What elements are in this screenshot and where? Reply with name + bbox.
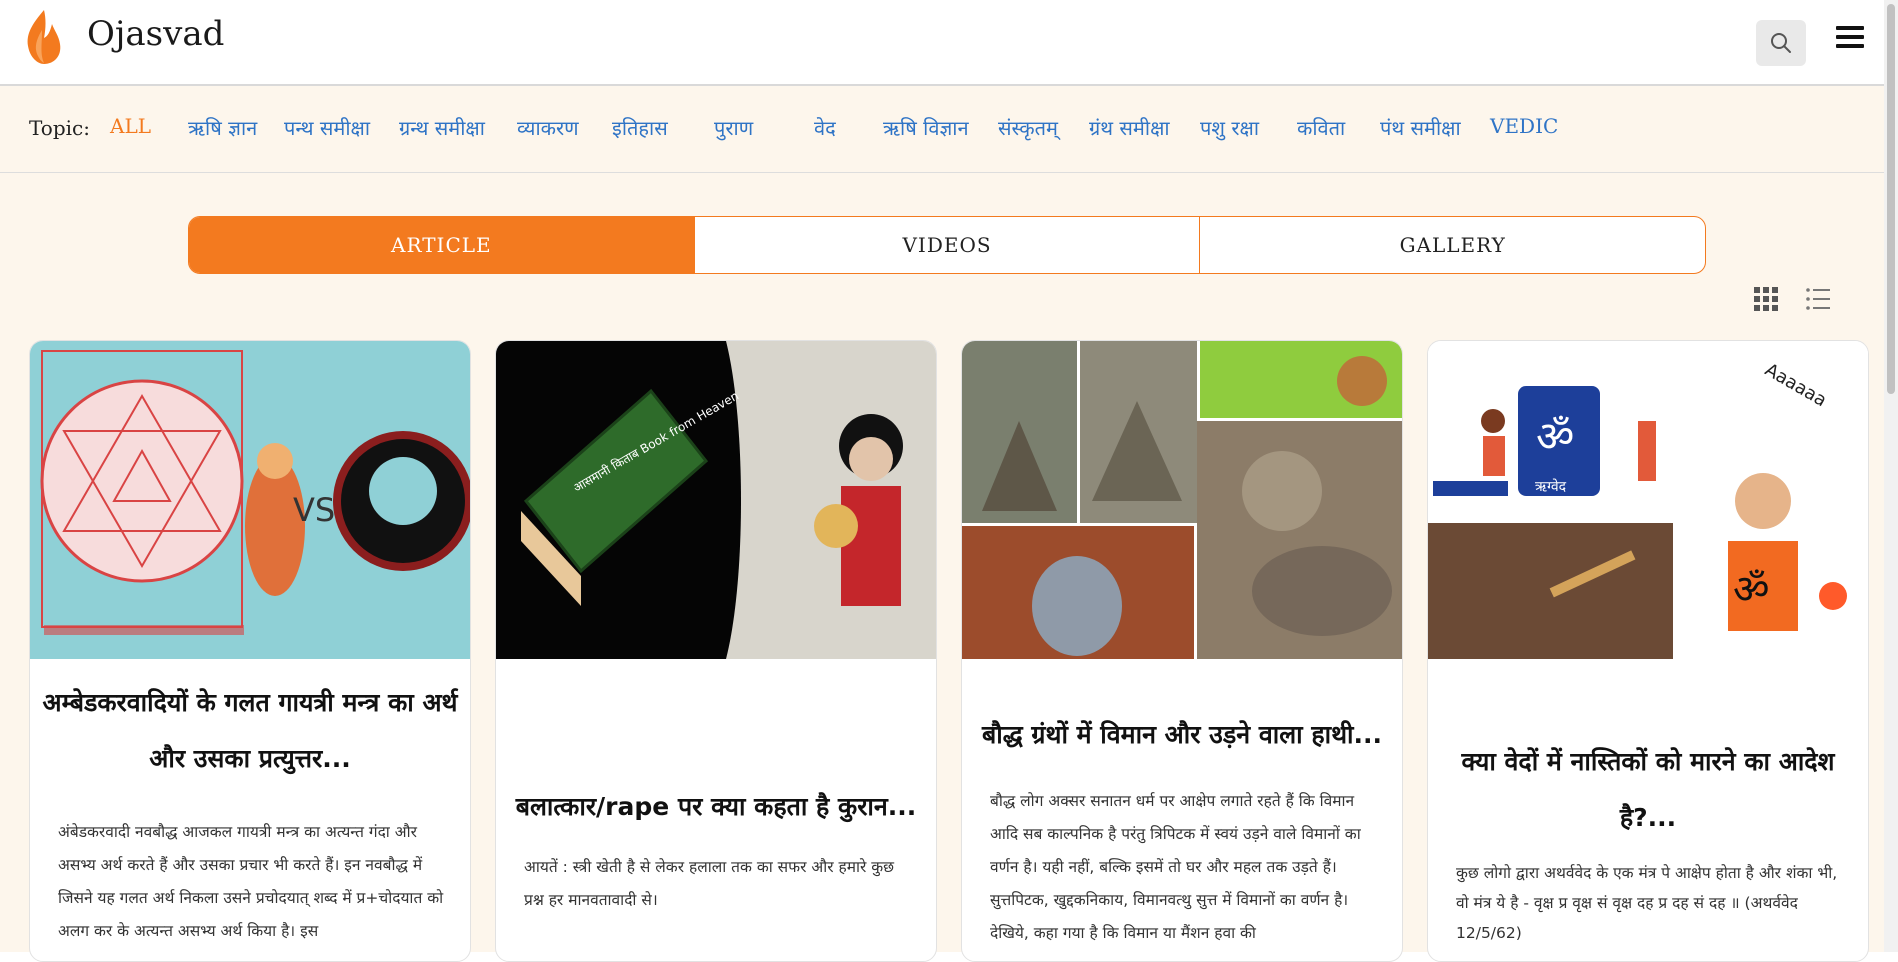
tab-gallery[interactable]: GALLERY [1200, 217, 1705, 273]
topic-puran[interactable]: पुराण [714, 114, 753, 141]
rigved-label: ऋग्वेद [1535, 478, 1567, 495]
scrollbar-thumb[interactable] [1887, 4, 1895, 394]
topic-panth-samiksha-2[interactable]: पंथ समीक्षा [1380, 114, 1461, 141]
article-thumbnail[interactable]: आसमानी किताब Book from Heaven [496, 341, 936, 659]
article-card[interactable]: बौद्ध ग्रंथों में विमान और उड़ने वाला हा… [961, 340, 1403, 962]
article-excerpt: बौद्ध लोग अक्सर सनातन धर्म पर आक्षेप लगा… [990, 792, 1361, 942]
article-title[interactable]: अम्बेडकरवादियों के गलत गायत्री मन्त्र का… [42, 675, 458, 787]
article-thumbnail[interactable] [962, 341, 1402, 659]
article-excerpt: अंबेडकरवादी नवबौद्ध आजकल गायत्री मन्त्र … [58, 823, 444, 940]
article-excerpt: कुछ लोगो द्वारा अथर्ववेद के एक मंत्र पे … [1456, 864, 1838, 942]
article-title[interactable]: क्या वेदों में नास्तिकों को मारने का आदे… [1440, 734, 1856, 846]
article-card[interactable]: ॐ ऋग्वेद ॐ Aaaaaa क्या वेदों में नास्तिक… [1427, 340, 1869, 962]
article-title[interactable]: बलात्कार/rape पर क्या कहता है कुरान... [508, 779, 924, 835]
topic-bar: Topic: ALL ऋषि ज्ञान पन्थ समीक्षा ग्रन्थ… [0, 86, 1898, 173]
topic-ved[interactable]: वेद [814, 114, 836, 141]
tab-videos[interactable]: VIDEOS [695, 217, 1201, 273]
topic-granth-samiksha-2[interactable]: ग्रंथ समीक्षा [1089, 114, 1170, 141]
article-thumbnail[interactable]: VS [30, 341, 470, 659]
topic-all[interactable]: ALL [110, 114, 151, 138]
topic-panth-samiksha[interactable]: पन्थ समीक्षा [284, 114, 370, 141]
topic-vyakaran[interactable]: व्याकरण [517, 114, 579, 141]
article-card[interactable]: VS अम्बेडकरवादियों के गलत गायत्री मन्त्र… [29, 340, 471, 962]
site-header: Ojasvad [0, 0, 1898, 86]
topic-rishi-vigyan[interactable]: ऋषि विज्ञान [883, 114, 969, 141]
site-brand[interactable]: Ojasvad [87, 14, 224, 54]
article-title[interactable]: बौद्ध ग्रंथों में विमान और उड़ने वाला हा… [974, 707, 1390, 763]
topic-itihas[interactable]: इतिहास [612, 114, 668, 141]
article-card[interactable]: आसमानी किताब Book from Heaven बलात्कार/r… [495, 340, 937, 962]
om-shirt: ॐ [1733, 567, 1769, 613]
topic-label: Topic: [29, 116, 90, 140]
vs-text: VS [293, 491, 335, 529]
grid-view-icon[interactable] [1753, 286, 1779, 312]
tab-article[interactable]: ARTICLE [189, 217, 695, 273]
topic-granth-samiksha[interactable]: ग्रन्थ समीक्षा [399, 114, 485, 141]
flame-icon[interactable] [22, 8, 64, 66]
topic-vedic[interactable]: VEDIC [1490, 114, 1558, 138]
article-thumbnail[interactable]: ॐ ऋग्वेद ॐ Aaaaaa [1428, 341, 1868, 659]
article-excerpt: आयतें : स्त्री खेती है से लेकर हलाला तक … [524, 858, 895, 909]
content-type-tabs: ARTICLE VIDEOS GALLERY [188, 216, 1706, 274]
topic-sanskritam[interactable]: संस्कृतम् [998, 114, 1058, 141]
topic-pashu-raksha[interactable]: पशु रक्षा [1200, 114, 1259, 141]
search-icon [1771, 33, 1791, 53]
list-view-icon[interactable] [1805, 286, 1831, 312]
search-button[interactable] [1756, 20, 1806, 66]
topic-kavita[interactable]: कविता [1297, 114, 1345, 141]
content-area: ARTICLE VIDEOS GALLERY VS अम्बेडकरवादियो… [0, 173, 1898, 962]
om-symbol: ॐ [1536, 412, 1574, 461]
hamburger-menu-icon[interactable] [1836, 26, 1864, 56]
topic-rishi-gyan[interactable]: ऋषि ज्ञान [188, 114, 257, 141]
